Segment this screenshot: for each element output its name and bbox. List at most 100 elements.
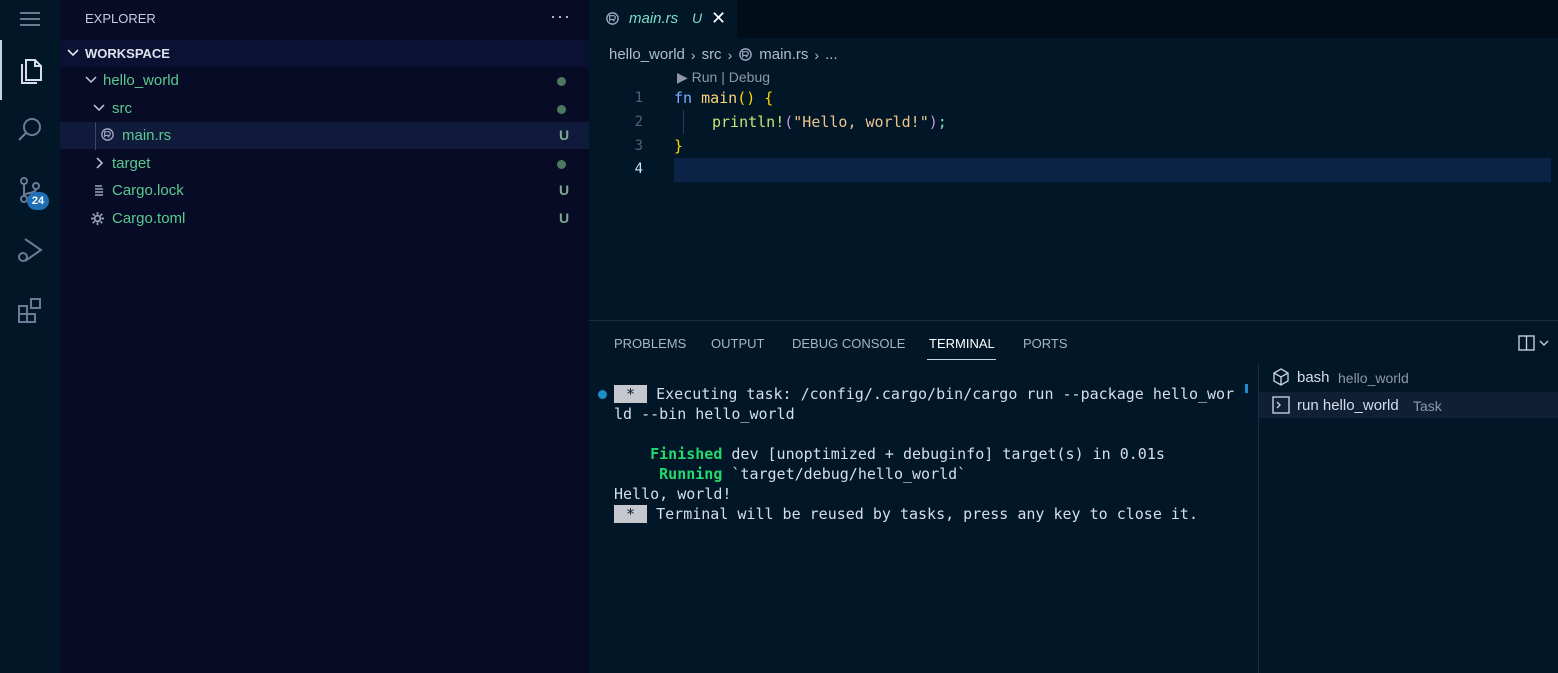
- untracked-status: U: [559, 182, 570, 198]
- sidebar-title: EXPLORER: [85, 11, 156, 26]
- modified-dot-icon: [557, 160, 566, 169]
- rust-file-icon: [606, 12, 619, 25]
- running-keyword: Running: [659, 465, 723, 483]
- string-literal: "Hello, world!": [793, 113, 929, 131]
- tab-label: main.rs: [629, 10, 679, 27]
- tree-item-cargo-lock[interactable]: Cargo.lock U: [60, 177, 589, 204]
- code-punct: }: [674, 137, 684, 155]
- tree-item-label: hello_world: [103, 72, 179, 89]
- chevron-down-icon: [67, 49, 79, 57]
- code-punct: ): [928, 113, 938, 131]
- terminal-scrollbar[interactable]: [1245, 384, 1248, 393]
- prompt-marker: *: [614, 505, 648, 523]
- active-tab-underline: [927, 359, 996, 360]
- modified-dot-icon: [557, 105, 566, 114]
- tree-item-target[interactable]: target: [60, 150, 589, 177]
- program-output: Hello, world!: [614, 485, 732, 503]
- line-number: 2: [634, 114, 643, 130]
- explorer-sidebar: EXPLORER ··· WORKSPACE hello_world src m…: [60, 0, 589, 673]
- untracked-status: U: [559, 210, 570, 226]
- chevron-right-icon: ›: [814, 46, 820, 63]
- terminal-output[interactable]: * Executing task: /config/.cargo/bin/car…: [614, 384, 1234, 524]
- chevron-right-icon: [96, 157, 104, 169]
- run-debug-icon[interactable]: [0, 220, 60, 280]
- rust-file-icon: [101, 128, 114, 141]
- terminal-line: Executing task: /config/.cargo/bin/cargo…: [647, 385, 1235, 403]
- prompt-marker: *: [614, 385, 648, 403]
- modified-dot-icon: [557, 77, 566, 86]
- terminal-name: run hello_world: [1297, 397, 1399, 414]
- breadcrumb-item[interactable]: ...: [825, 46, 838, 63]
- terminal-line: `target/debug/hello_world`: [722, 465, 967, 483]
- tree-item-cargo-toml[interactable]: Cargo.toml U: [60, 205, 589, 232]
- sidebar-header: EXPLORER ···: [60, 0, 589, 38]
- explorer-icon[interactable]: [0, 40, 60, 100]
- function-name: main: [692, 89, 738, 107]
- line-number: 1: [634, 90, 643, 106]
- terminal-prompt-icon: [1272, 396, 1290, 414]
- tree-item-label: Cargo.toml: [112, 210, 186, 227]
- tab-debug-console[interactable]: DEBUG CONSOLE: [792, 336, 905, 351]
- scm-badge: 24: [27, 192, 49, 210]
- tree-item-main-rs[interactable]: main.rs U: [60, 122, 589, 149]
- terminal-subtitle: Task: [1413, 398, 1442, 414]
- chevron-right-icon: ›: [727, 46, 733, 63]
- tree-item-src[interactable]: src: [60, 95, 589, 122]
- gear-icon: [90, 211, 105, 226]
- chevron-right-icon: ›: [690, 46, 696, 63]
- finished-keyword: Finished: [650, 445, 723, 463]
- tree-item-hello-world[interactable]: hello_world: [60, 67, 589, 94]
- tree-item-label: main.rs: [122, 127, 172, 144]
- workspace-section[interactable]: WORKSPACE: [60, 40, 589, 67]
- terminal-line: ld --bin hello_world: [614, 405, 795, 423]
- code-punct: (: [784, 113, 794, 131]
- workspace-label: WORKSPACE: [85, 46, 170, 61]
- extensions-icon[interactable]: [0, 280, 60, 340]
- terminal-subtitle: hello_world: [1338, 370, 1409, 386]
- terminal-line: dev [unoptimized + debuginfo] target(s) …: [722, 445, 1165, 463]
- line-number: 3: [634, 138, 643, 154]
- more-actions-icon[interactable]: ···: [550, 6, 571, 27]
- terminal-line: Terminal will be reused by tasks, press …: [647, 505, 1198, 523]
- indent-guide: [683, 110, 684, 134]
- terminal-name: bash: [1297, 369, 1330, 386]
- search-icon[interactable]: [0, 100, 60, 160]
- bottom-panel: PROBLEMS OUTPUT DEBUG CONSOLE TERMINAL P…: [589, 320, 1558, 673]
- code-punct: ;: [937, 113, 947, 131]
- code-line[interactable]: }: [674, 137, 683, 155]
- code-line[interactable]: println!("Hello, world!");: [712, 113, 947, 131]
- menu-icon[interactable]: [18, 10, 42, 33]
- rust-file-icon: [739, 48, 753, 61]
- breadcrumb: hello_world › src › main.rs › ...: [609, 46, 838, 63]
- indent-guide: [95, 122, 96, 150]
- breadcrumb-item[interactable]: hello_world: [609, 46, 685, 63]
- split-layout-icon[interactable]: [1518, 335, 1552, 351]
- current-line-highlight: [674, 158, 1551, 182]
- terminal-item-run-hello-world[interactable]: run hello_world Task: [1259, 392, 1558, 418]
- untracked-status: U: [559, 127, 570, 143]
- source-control-icon[interactable]: 24: [0, 160, 60, 220]
- tab-problems[interactable]: PROBLEMS: [614, 336, 686, 351]
- close-icon[interactable]: ✕: [711, 8, 726, 29]
- tab-main-rs[interactable]: main.rs U ✕: [589, 0, 737, 38]
- tab-output[interactable]: OUTPUT: [711, 336, 764, 351]
- macro-name: println!: [712, 113, 785, 131]
- tree-item-label: src: [112, 100, 132, 117]
- activity-bar: 24: [0, 0, 60, 673]
- tab-ports[interactable]: PORTS: [1023, 336, 1068, 351]
- breadcrumb-item[interactable]: main.rs: [759, 46, 808, 63]
- run-debug-codelens[interactable]: ▶ Run | Debug: [677, 69, 770, 86]
- tab-status: U: [692, 10, 703, 26]
- terminal-item-bash[interactable]: bash hello_world: [1259, 364, 1558, 390]
- tree-item-label: target: [112, 155, 151, 172]
- command-status-dot-icon: [598, 390, 607, 399]
- line-number: 4: [634, 161, 643, 177]
- editor-tab-bar: main.rs U ✕: [589, 0, 1558, 38]
- terminal-list: bash hello_world run hello_world Task: [1258, 364, 1558, 673]
- breadcrumb-item[interactable]: src: [702, 46, 722, 63]
- code-line[interactable]: fn main() {: [674, 89, 773, 107]
- tab-terminal[interactable]: TERMINAL: [929, 336, 995, 351]
- chevron-down-icon: [93, 104, 105, 112]
- tree-item-label: Cargo.lock: [112, 182, 184, 199]
- text-file-icon: [95, 185, 103, 196]
